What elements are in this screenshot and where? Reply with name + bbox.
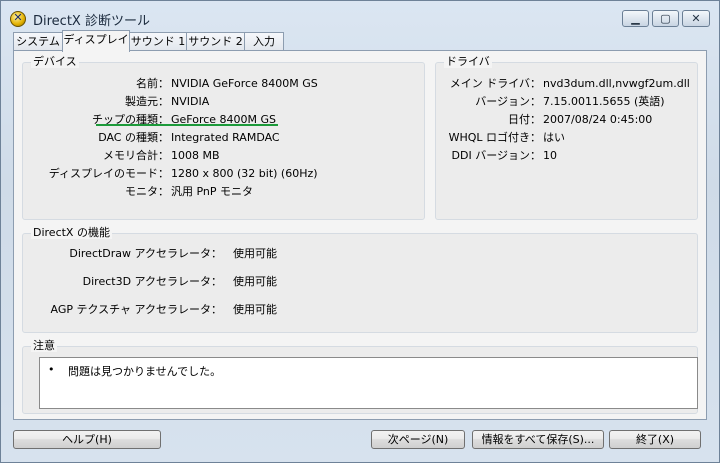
driver-row-label: WHQL ロゴ付き： xyxy=(448,131,541,144)
feature-value: 使用可能 xyxy=(233,247,277,260)
device-row-value: NVIDIA xyxy=(171,95,210,108)
feature-label: AGP テクスチャ アクセラレータ： xyxy=(50,303,223,316)
device-group-title: デバイス xyxy=(31,55,79,68)
note-text: 問題は見つかりませんでした。 xyxy=(68,365,222,378)
feature-label: DirectDraw アクセラレータ： xyxy=(69,247,222,260)
device-group: デバイス 名前： NVIDIA GeForce 8400M GS 製造元： NV… xyxy=(22,55,425,220)
feature-value: 使用可能 xyxy=(233,303,277,316)
notes-group: 注意 • 問題は見つかりませんでした。 xyxy=(22,339,698,414)
driver-row-label: 日付： xyxy=(508,113,541,126)
notes-textbox[interactable]: • 問題は見つかりませんでした。 xyxy=(39,357,698,409)
highlight-underline xyxy=(96,124,278,126)
tab-sound-2[interactable]: サウンド 2 xyxy=(186,32,245,51)
minimize-button[interactable]: ▁ xyxy=(622,10,649,27)
driver-group-title: ドライバ xyxy=(444,55,492,68)
close-icon: ✕ xyxy=(691,12,701,25)
driver-row-value: nvd3dum.dll,nvwgf2um.dll xyxy=(543,77,690,90)
driver-row-label: DDI バージョン： xyxy=(451,149,541,162)
close-button[interactable]: ✕ xyxy=(682,10,710,27)
device-row-label: 製造元： xyxy=(125,95,169,108)
device-row-value: 1008 MB xyxy=(171,149,220,162)
feature-value: 使用可能 xyxy=(233,275,277,288)
device-row-value: Integrated RAMDAC xyxy=(171,131,280,144)
display-tab-panel: デバイス 名前： NVIDIA GeForce 8400M GS 製造元： NV… xyxy=(13,50,707,420)
bullet-icon: • xyxy=(48,363,55,376)
driver-row-value: 10 xyxy=(543,149,557,162)
directx-diagnostic-window: ✕ DirectX 診断ツール ▁ ▢ ✕ システム ディスプレイ サウンド 1… xyxy=(0,0,720,463)
device-row-value: NVIDIA GeForce 8400M GS xyxy=(171,77,318,90)
window-title: DirectX 診断ツール xyxy=(33,14,150,29)
tab-sound-1[interactable]: サウンド 1 xyxy=(129,32,187,51)
save-all-button[interactable]: 情報をすべて保存(S)... xyxy=(472,430,604,449)
tab-input[interactable]: 入力 xyxy=(244,32,284,51)
driver-group: ドライバ メイン ドライバ： nvd3dum.dll,nvwgf2um.dll … xyxy=(435,55,698,220)
device-row-label: モニタ： xyxy=(125,185,169,198)
tab-display[interactable]: ディスプレイ xyxy=(62,30,130,52)
driver-row-value: 7.15.0011.5655 (英語) xyxy=(543,95,665,108)
maximize-icon: ▢ xyxy=(660,12,671,25)
driver-row-value: 2007/08/24 0:45:00 xyxy=(543,113,653,126)
exit-button[interactable]: 終了(X) xyxy=(609,430,701,449)
device-row-value: 1280 x 800 (32 bit) (60Hz) xyxy=(171,167,318,180)
help-button[interactable]: ヘルプ(H) xyxy=(13,430,161,449)
device-row-label: 名前： xyxy=(136,77,169,90)
next-page-button[interactable]: 次ページ(N) xyxy=(371,430,465,449)
driver-row-label: バージョン： xyxy=(475,95,541,108)
device-row-label: ディスプレイのモード： xyxy=(48,167,169,180)
driver-row-value: はい xyxy=(543,131,565,144)
minimize-icon: ▁ xyxy=(631,12,640,25)
device-row-value: 汎用 PnP モニタ xyxy=(171,185,254,198)
title-bar: ✕ DirectX 診断ツール ▁ ▢ ✕ xyxy=(1,1,719,31)
driver-row-label: メイン ドライバ： xyxy=(449,77,541,90)
device-row-label: メモリ合計： xyxy=(103,149,169,162)
directx-features-title: DirectX の機能 xyxy=(31,226,112,239)
directx-features-group: DirectX の機能 DirectDraw アクセラレータ： 使用可能 Dir… xyxy=(22,226,698,333)
feature-label: Direct3D アクセラレータ： xyxy=(82,275,222,288)
maximize-button[interactable]: ▢ xyxy=(652,10,679,27)
notes-group-title: 注意 xyxy=(31,339,57,352)
tab-system[interactable]: システム xyxy=(13,32,63,51)
directx-icon: ✕ xyxy=(10,11,26,27)
device-row-label: DAC の種類： xyxy=(98,131,169,144)
